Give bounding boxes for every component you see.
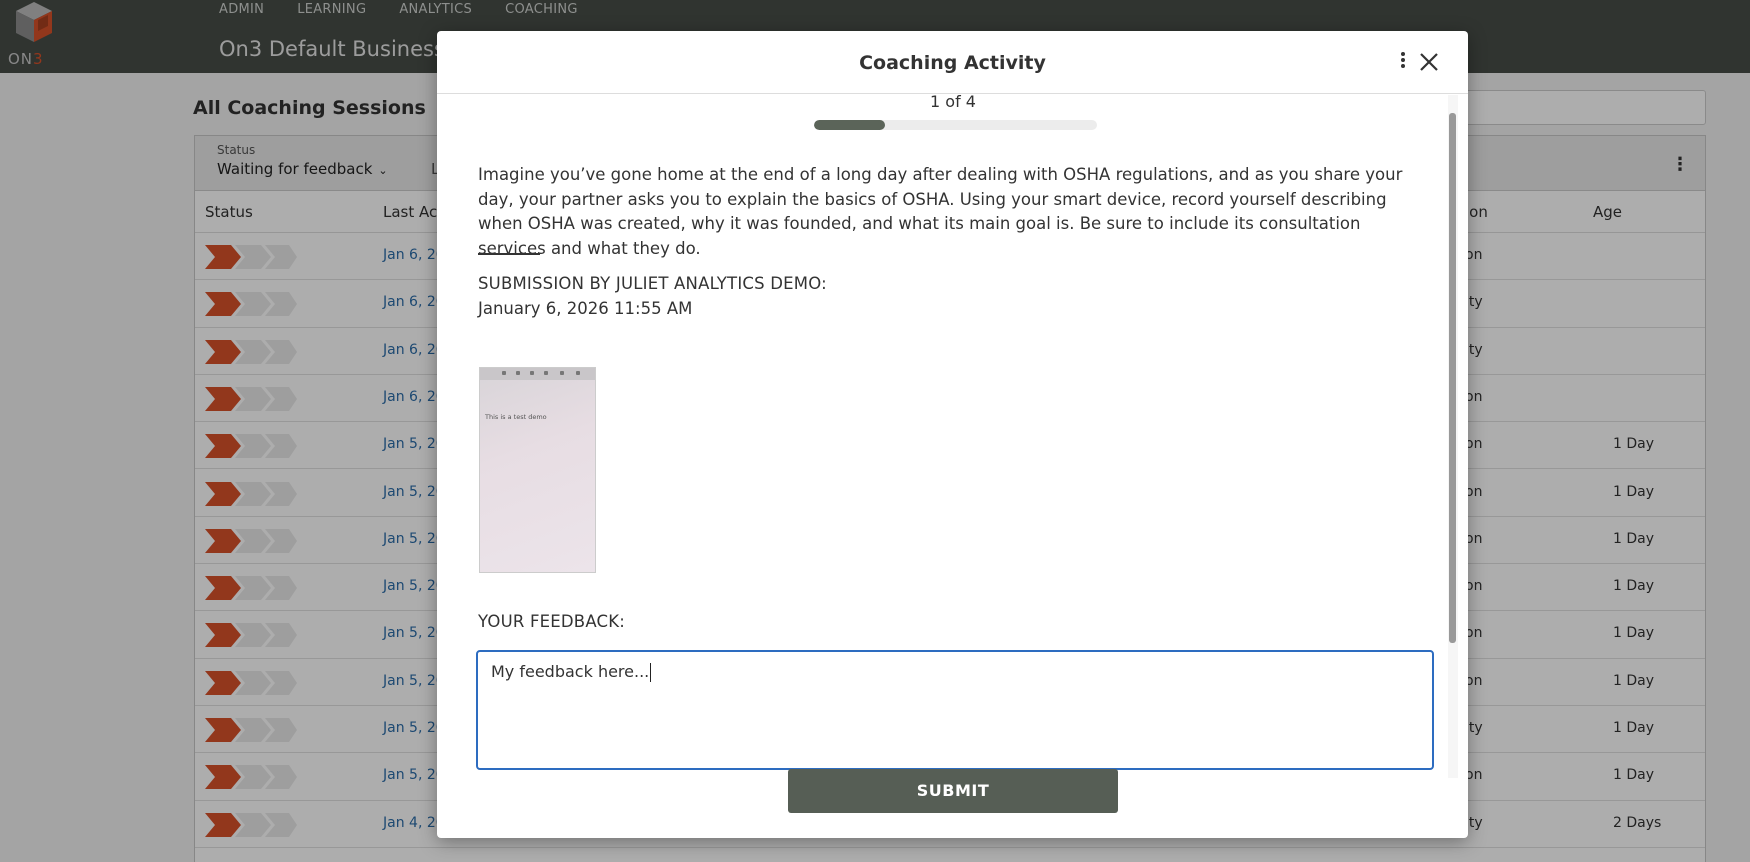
thumbnail-caption: This is a test demo: [485, 413, 547, 421]
submit-button[interactable]: SUBMIT: [788, 769, 1118, 813]
modal-title: Coaching Activity: [859, 52, 1046, 74]
thumbnail-toolbar: [480, 368, 595, 380]
activity-prompt: Imagine you’ve gone home at the end of a…: [478, 165, 1403, 258]
modal-header: Coaching Activity: [437, 31, 1468, 94]
text-caret: [650, 663, 652, 682]
coaching-activity-modal: Coaching Activity 1 of 4 Imagine you’ve …: [437, 31, 1468, 838]
divider: [478, 253, 540, 255]
feedback-textarea[interactable]: My feedback here...: [476, 650, 1434, 770]
close-icon[interactable]: [1415, 48, 1443, 76]
feedback-label: YOUR FEEDBACK:: [478, 612, 626, 631]
submission-date: January 6, 2026 11:55 AM: [478, 299, 693, 318]
scrollbar-thumb[interactable]: [1449, 113, 1456, 643]
more-options-icon[interactable]: [1397, 50, 1409, 74]
step-indicator: 1 of 4: [930, 92, 976, 111]
progress-bar: [814, 120, 1097, 130]
submission-video-thumbnail[interactable]: This is a test demo: [479, 367, 596, 573]
progress-fill: [814, 120, 885, 130]
submission-by: SUBMISSION BY JULIET ANALYTICS DEMO:: [478, 274, 827, 293]
